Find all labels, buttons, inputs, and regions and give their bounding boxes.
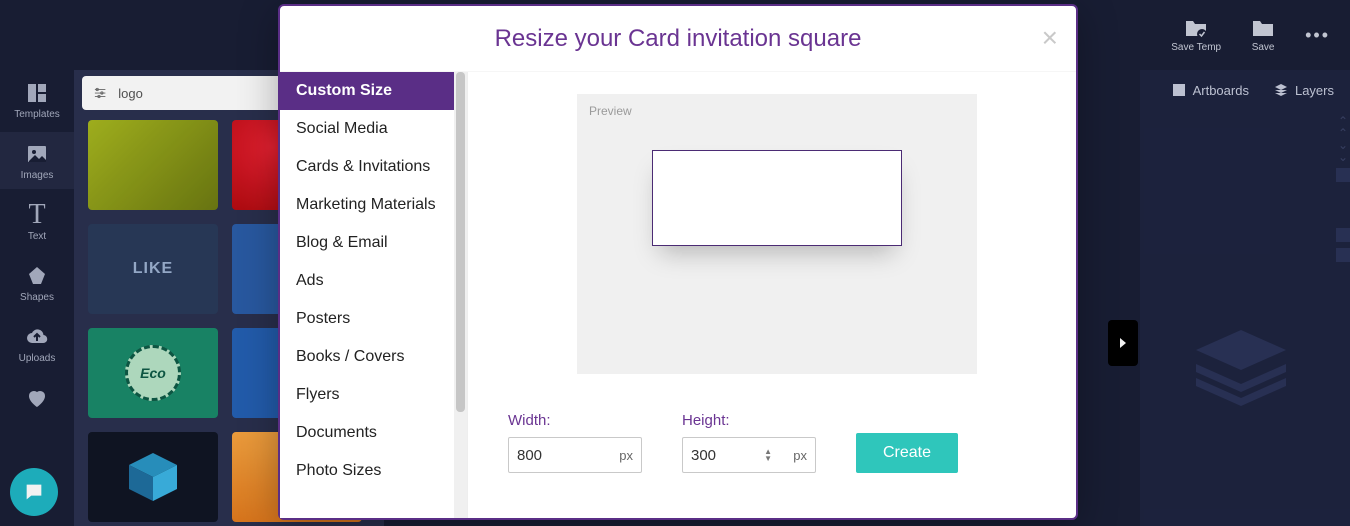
modal-title: Resize your Card invitation square	[495, 25, 862, 53]
modal-close-button[interactable]: ×	[1042, 24, 1058, 52]
category-scrollbar[interactable]	[454, 72, 467, 518]
modal-header: Resize your Card invitation square ×	[280, 6, 1076, 72]
preview-label: Preview	[589, 104, 632, 118]
cat-flyers[interactable]: Flyers	[280, 376, 467, 414]
width-label: Width:	[508, 412, 642, 429]
cat-ads[interactable]: Ads	[280, 262, 467, 300]
cat-marketing-materials[interactable]: Marketing Materials	[280, 186, 467, 224]
cat-posters[interactable]: Posters	[280, 300, 467, 338]
width-unit: px	[619, 448, 633, 463]
size-category-list: Custom Size Social Media Cards & Invitat…	[280, 72, 468, 518]
cat-blog-email[interactable]: Blog & Email	[280, 224, 467, 262]
create-button[interactable]: Create	[856, 433, 958, 473]
height-label: Height:	[682, 412, 816, 429]
height-stepper[interactable]: ▲▼	[764, 448, 772, 462]
cat-books-covers[interactable]: Books / Covers	[280, 338, 467, 376]
cat-custom-size[interactable]: Custom Size	[280, 72, 467, 110]
height-unit: px	[793, 448, 807, 463]
resize-pane: Preview Width: px Height: ▲▼ px	[468, 72, 1076, 518]
height-input[interactable]	[691, 447, 747, 464]
width-input[interactable]	[517, 447, 573, 464]
height-group: Height: ▲▼ px	[682, 412, 816, 473]
width-input-wrap[interactable]: px	[508, 437, 642, 473]
cat-photo-sizes[interactable]: Photo Sizes	[280, 452, 467, 490]
resize-modal: Resize your Card invitation square × Cus…	[278, 4, 1078, 520]
cat-social-media[interactable]: Social Media	[280, 110, 467, 148]
cat-documents[interactable]: Documents	[280, 414, 467, 452]
preview-rect	[652, 150, 902, 246]
width-group: Width: px	[508, 412, 642, 473]
preview-box: Preview	[577, 94, 977, 374]
height-input-wrap[interactable]: ▲▼ px	[682, 437, 816, 473]
dimension-row: Width: px Height: ▲▼ px Create	[508, 412, 1046, 473]
cat-cards-invitations[interactable]: Cards & Invitations	[280, 148, 467, 186]
